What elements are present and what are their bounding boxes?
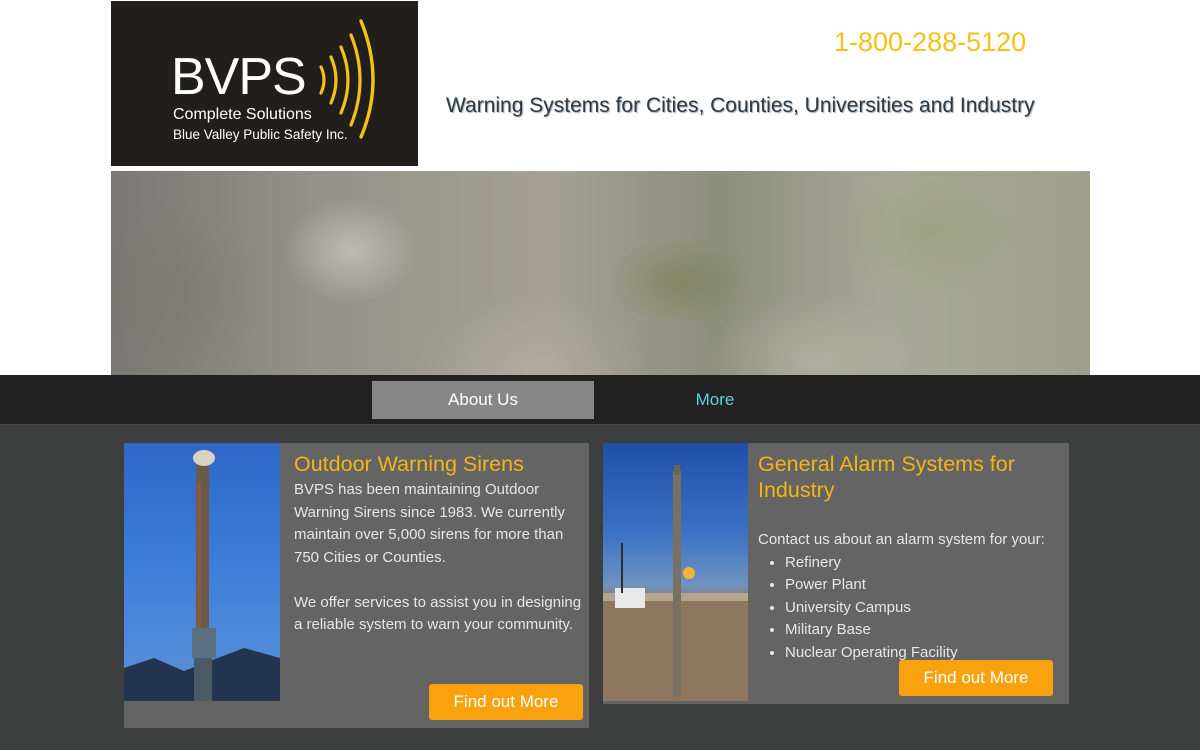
facility-list: Refinery Power Plant University Campus M… bbox=[758, 552, 1063, 665]
card-title: Outdoor Warning Sirens bbox=[294, 452, 524, 476]
card-intro: Contact us about an alarm system for you… bbox=[758, 531, 1045, 548]
list-item: Military Base bbox=[785, 619, 1063, 642]
outdoor-sirens-card: Outdoor Warning Sirens BVPS has been mai… bbox=[124, 443, 589, 728]
list-item: Refinery bbox=[785, 552, 1063, 575]
phone-number[interactable]: 1-800-288-5120 bbox=[834, 29, 1026, 56]
alarm-pole-image bbox=[603, 443, 748, 701]
nav-more[interactable]: More bbox=[604, 381, 826, 419]
card-body: BVPS has been maintaining Outdoor Warnin… bbox=[294, 479, 584, 637]
industry-alarm-card: General Alarm Systems for Industry Conta… bbox=[603, 443, 1069, 704]
nav-about-us[interactable]: About Us bbox=[372, 381, 594, 419]
site-header: BVPS Complete Solutions Blue Valley Publ… bbox=[0, 0, 1200, 171]
card-body: Contact us about an alarm system for you… bbox=[758, 529, 1063, 664]
siren-pole-image bbox=[124, 443, 280, 701]
list-item: University Campus bbox=[785, 597, 1063, 620]
list-item: Power Plant bbox=[785, 574, 1063, 597]
alarm-pole-illustration bbox=[603, 465, 748, 701]
find-out-more-button[interactable]: Find out More bbox=[899, 660, 1053, 696]
sound-waves-icon bbox=[319, 19, 375, 139]
content-area: Outdoor Warning Sirens BVPS has been mai… bbox=[0, 425, 1200, 750]
logo-brand: BVPS bbox=[171, 48, 307, 106]
card-paragraph: BVPS has been maintaining Outdoor Warnin… bbox=[294, 481, 565, 566]
find-out-more-button[interactable]: Find out More bbox=[429, 684, 583, 720]
siren-pole-illustration bbox=[124, 450, 280, 701]
site-tagline: Warning Systems for Cities, Counties, Un… bbox=[446, 94, 1035, 117]
logo-line1: Complete Solutions bbox=[173, 106, 312, 123]
main-nav: About Us More bbox=[0, 375, 1200, 425]
bvps-logo[interactable]: BVPS Complete Solutions Blue Valley Publ… bbox=[111, 1, 418, 166]
hero-banner-image bbox=[111, 171, 1090, 375]
card-paragraph: We offer services to assist you in desig… bbox=[294, 593, 582, 634]
logo-line2: Blue Valley Public Safety Inc. bbox=[173, 127, 348, 142]
card-title: General Alarm Systems for Industry bbox=[758, 452, 1015, 502]
